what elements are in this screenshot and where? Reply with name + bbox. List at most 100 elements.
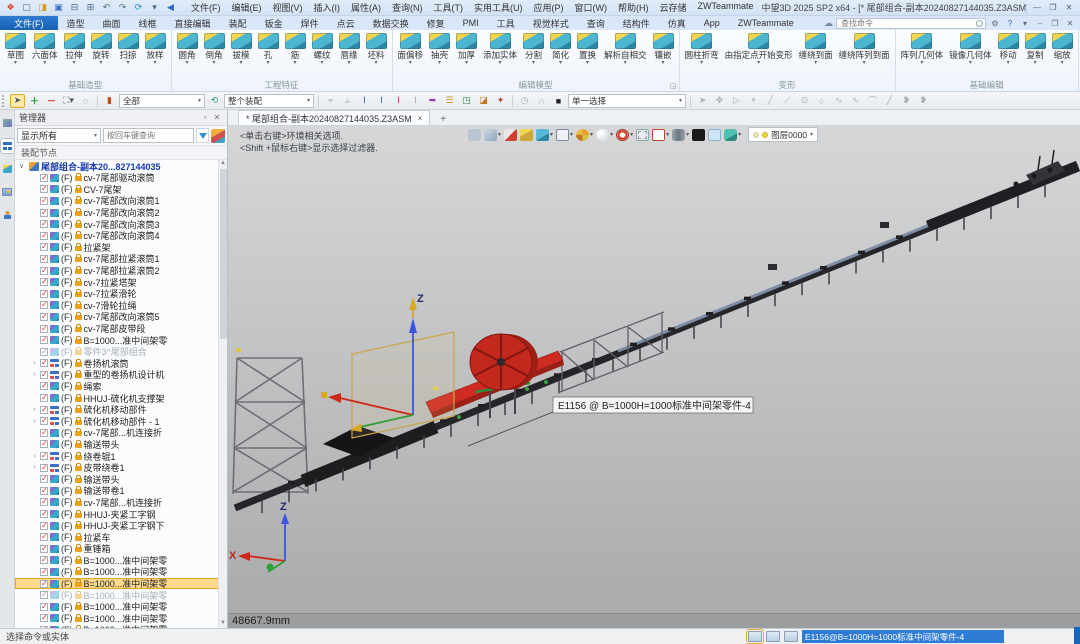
tree-node[interactable]: › (F) cv-7尾部拉紧滚筒2 bbox=[15, 265, 227, 277]
tree-node[interactable]: › (F) cv-7尾部...机连接折 bbox=[15, 497, 227, 509]
section-icon[interactable]: ◪ bbox=[476, 94, 491, 108]
tree-node[interactable]: › (F) cv-7尾部拉紧滚筒1 bbox=[15, 253, 227, 265]
tree-node[interactable]: › (F) CV-7尾架 bbox=[15, 184, 227, 196]
add-selection-button[interactable]: ＋ bbox=[27, 94, 42, 108]
close-panel-icon[interactable]: ✕ bbox=[211, 113, 223, 122]
ribbon-command[interactable]: 放样▾ bbox=[142, 32, 169, 79]
ribbon-command[interactable]: 由指定点开始变形▾ bbox=[722, 32, 796, 79]
visibility-checkbox[interactable] bbox=[40, 290, 48, 298]
restore-button[interactable]: ❐ bbox=[1046, 2, 1060, 14]
menu-item[interactable]: 应用(P) bbox=[529, 0, 569, 15]
ribbon-tab[interactable]: 造型 bbox=[58, 16, 94, 30]
tree-node[interactable]: › (F) 硫化机移动部件 - 1 bbox=[15, 415, 227, 427]
settings-gear-icon[interactable]: ⚙ bbox=[989, 18, 1001, 29]
play-icon[interactable]: ▷ bbox=[729, 94, 744, 108]
ribbon-command[interactable]: 移动▾ bbox=[995, 32, 1022, 79]
loop-icon[interactable]: ∩ bbox=[534, 94, 549, 108]
ribbon-command[interactable]: 圆柱折弯▾ bbox=[682, 32, 722, 79]
ribbon-command[interactable]: 坯料▾ bbox=[363, 32, 390, 79]
layer-bulb-on-icon[interactable] bbox=[762, 132, 768, 138]
cable-reel-disc[interactable] bbox=[470, 334, 538, 390]
print-preview-icon[interactable]: ⊞ bbox=[84, 2, 97, 14]
display-mode-2-icon[interactable] bbox=[766, 631, 780, 642]
tree-node[interactable]: › (F) 输送带卷1 bbox=[15, 485, 227, 497]
visibility-checkbox[interactable] bbox=[40, 255, 48, 263]
burst-icon[interactable]: ☰ bbox=[442, 94, 457, 108]
menu-item[interactable]: 查询(N) bbox=[387, 0, 428, 15]
material-icon[interactable]: ▾ bbox=[724, 129, 741, 141]
visibility-checkbox[interactable] bbox=[40, 603, 48, 611]
tree-node[interactable]: › (F) 绳索 bbox=[15, 381, 227, 393]
expand-icon[interactable]: › bbox=[31, 418, 38, 425]
layer-dropdown[interactable]: 图层0000 ▾ bbox=[748, 127, 818, 142]
visibility-checkbox[interactable] bbox=[40, 568, 48, 576]
zoom-window-icon[interactable] bbox=[636, 129, 649, 141]
ribbon-command[interactable]: 阵列几何体▾ bbox=[898, 32, 947, 79]
ribbon-tab[interactable]: 焊件 bbox=[292, 16, 328, 30]
align-constraint-icon[interactable]: ⫧ bbox=[323, 94, 338, 108]
ribbon-collapse-icon[interactable]: ▾ bbox=[1019, 18, 1031, 29]
ribbon-command[interactable]: 解析自相交▾ bbox=[601, 32, 650, 79]
visibility-checkbox[interactable] bbox=[40, 614, 48, 622]
exit-view-icon[interactable] bbox=[468, 129, 481, 141]
tree-node[interactable]: › (F) 重锤箱 bbox=[15, 543, 227, 555]
ribbon-command[interactable]: 旋转▾ bbox=[88, 32, 115, 79]
ghost-arrow-icon[interactable]: ➤ bbox=[695, 94, 710, 108]
save-icon[interactable]: ▣ bbox=[52, 2, 65, 14]
tree-node[interactable]: › (F) cv-7尾部皮带段 bbox=[15, 323, 227, 335]
ribbon-command[interactable]: 拉伸▾ bbox=[61, 32, 88, 79]
help-icon[interactable]: ? bbox=[1004, 18, 1016, 29]
menu-item[interactable]: 视图(V) bbox=[268, 0, 308, 15]
tree-node[interactable]: › (F) HHUJ-硫化机支撑架 bbox=[15, 392, 227, 404]
explode-icon[interactable]: ✦ bbox=[493, 94, 508, 108]
visibility-checkbox[interactable] bbox=[40, 522, 48, 530]
assembly-manager-tab-icon[interactable] bbox=[1, 116, 14, 130]
visibility-checkbox[interactable] bbox=[40, 336, 48, 344]
menu-item[interactable]: 编辑(E) bbox=[227, 0, 267, 15]
visibility-checkbox[interactable] bbox=[40, 580, 48, 588]
show-filter-dropdown[interactable]: 显示所有▾ bbox=[17, 128, 101, 143]
ribbon-tab[interactable]: 工具 bbox=[488, 16, 524, 30]
redo-icon[interactable]: ↷ bbox=[116, 2, 129, 14]
remove-selection-button[interactable]: － bbox=[44, 94, 59, 108]
interference-icon[interactable]: ◳ bbox=[459, 94, 474, 108]
visibility-checkbox[interactable] bbox=[40, 556, 48, 564]
scrollbar-thumb[interactable] bbox=[220, 169, 227, 339]
ribbon-tab[interactable]: PMI bbox=[454, 16, 488, 30]
visibility-checkbox[interactable] bbox=[40, 371, 48, 379]
clock-icon[interactable]: ◷ bbox=[517, 94, 532, 108]
new-tab-button[interactable]: + bbox=[436, 114, 450, 125]
ribbon-command[interactable]: 简化▾ bbox=[547, 32, 574, 79]
pick-box-button[interactable]: ⛶▾ bbox=[61, 94, 76, 108]
view-orient-icon[interactable]: ▾ bbox=[484, 129, 501, 141]
expand-icon[interactable]: › bbox=[31, 406, 38, 413]
minimize-button[interactable]: — bbox=[1030, 2, 1044, 14]
assembly-tool-3-icon[interactable]: Ⅰ bbox=[391, 94, 406, 108]
visibility-checkbox[interactable] bbox=[40, 174, 48, 182]
tree-node[interactable]: › (F) 重型的卷扬机设计机 bbox=[15, 369, 227, 381]
ribbon-tab[interactable]: 直接编辑 bbox=[166, 16, 220, 30]
visibility-checkbox[interactable] bbox=[40, 533, 48, 541]
tree-node[interactable]: › (F) cv-7尾部驱动滚筒 bbox=[15, 172, 227, 184]
ribbon-command[interactable]: 扫掠▾ bbox=[115, 32, 142, 79]
print-icon[interactable]: ⊟ bbox=[68, 2, 81, 14]
ribbon-tab[interactable]: 数据交换 bbox=[364, 16, 418, 30]
drag-component-icon[interactable]: ➥ bbox=[425, 94, 440, 108]
graphics-canvas[interactable]: Z bbox=[228, 126, 1080, 628]
circle-center-icon[interactable]: ⊙ bbox=[797, 94, 812, 108]
tree-node[interactable]: › (F) 输送带头 bbox=[15, 439, 227, 451]
display-config-icon[interactable] bbox=[211, 129, 225, 143]
menu-item[interactable]: ZWTeammate bbox=[693, 0, 759, 15]
background-blue-icon[interactable] bbox=[708, 129, 721, 141]
visibility-checkbox[interactable] bbox=[40, 498, 48, 506]
assembly-tool-4-icon[interactable]: Ⅰ bbox=[408, 94, 423, 108]
ribbon-tab[interactable]: 装配 bbox=[220, 16, 256, 30]
quick-access-dropdown-icon[interactable]: ▾ bbox=[148, 2, 161, 14]
tree-node[interactable]: › (F) 卷扬机滚筒 bbox=[15, 358, 227, 370]
visibility-checkbox[interactable] bbox=[40, 185, 48, 193]
wireframe-mode-icon[interactable]: ▾ bbox=[556, 129, 573, 141]
ribbon-command[interactable]: 面偏移▾ bbox=[395, 32, 427, 79]
point-snap-icon[interactable]: ⌖ bbox=[746, 94, 761, 108]
display-mode-3-icon[interactable] bbox=[784, 631, 798, 642]
menu-item[interactable]: 工具(T) bbox=[429, 0, 469, 15]
